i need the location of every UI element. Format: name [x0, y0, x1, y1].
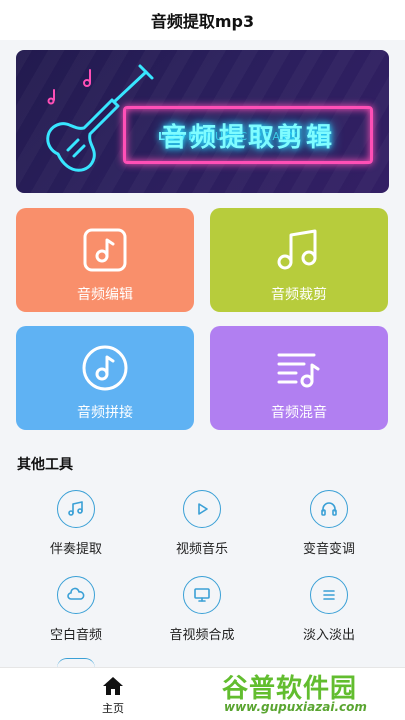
tool-label: 空白音频	[49, 628, 102, 643]
tool-label: 伴奏提取	[49, 542, 102, 557]
double-music-note-icon	[271, 222, 327, 278]
tool-voice-change[interactable]: 变音变调	[274, 490, 384, 557]
feature-card-audio-edit[interactable]: 音频编辑	[16, 208, 194, 312]
watermark-url: www.gupuxiazai.com	[224, 700, 367, 714]
feature-card-audio-trim[interactable]: 音频裁剪	[210, 208, 388, 312]
music-note-icon	[57, 490, 95, 528]
cloud-icon	[57, 576, 95, 614]
tool-label: 淡入淡出	[302, 628, 355, 643]
playlist-note-icon	[271, 340, 327, 396]
tool-fade-in-out[interactable]: 淡入淡出	[274, 576, 384, 643]
promo-banner[interactable]: LOVE MUSIC PRATY 音频提取剪辑	[16, 50, 389, 193]
feature-label: 音频混音	[271, 405, 327, 421]
music-note-square-icon	[77, 222, 133, 278]
play-icon	[183, 490, 221, 528]
menu-lines-icon	[310, 576, 348, 614]
monitor-icon	[183, 576, 221, 614]
feature-card-audio-mix[interactable]: 音频混音	[210, 326, 388, 430]
app-header: 音频提取mp3	[0, 0, 405, 40]
tool-label: 音视频合成	[169, 628, 235, 643]
tool-video-music[interactable]: 视频音乐	[147, 490, 257, 557]
headphones-icon	[310, 490, 348, 528]
site-watermark: 谷普软件园 www.gupuxiazai.com	[222, 668, 402, 718]
tool-label: 变音变调	[302, 542, 355, 557]
feature-label: 音频编辑	[77, 287, 133, 303]
section-title-other-tools: 其他工具	[17, 457, 73, 473]
home-icon	[103, 677, 123, 695]
tab-home-label: 主页	[102, 702, 124, 715]
feature-label: 音频裁剪	[271, 287, 327, 303]
tool-blank-audio[interactable]: 空白音频	[21, 576, 131, 643]
tool-accompaniment-extract[interactable]: 伴奏提取	[21, 490, 131, 557]
music-disc-icon	[77, 340, 133, 396]
banner-neon-title: 音频提取剪辑	[160, 122, 335, 153]
tool-av-merge[interactable]: 音视频合成	[147, 576, 257, 643]
page-title: 音频提取mp3	[150, 12, 255, 31]
tab-home[interactable]: 主页	[88, 676, 138, 716]
feature-label: 音频拼接	[77, 405, 133, 421]
feature-card-audio-join[interactable]: 音频拼接	[16, 326, 194, 430]
tool-label: 视频音乐	[175, 542, 228, 557]
